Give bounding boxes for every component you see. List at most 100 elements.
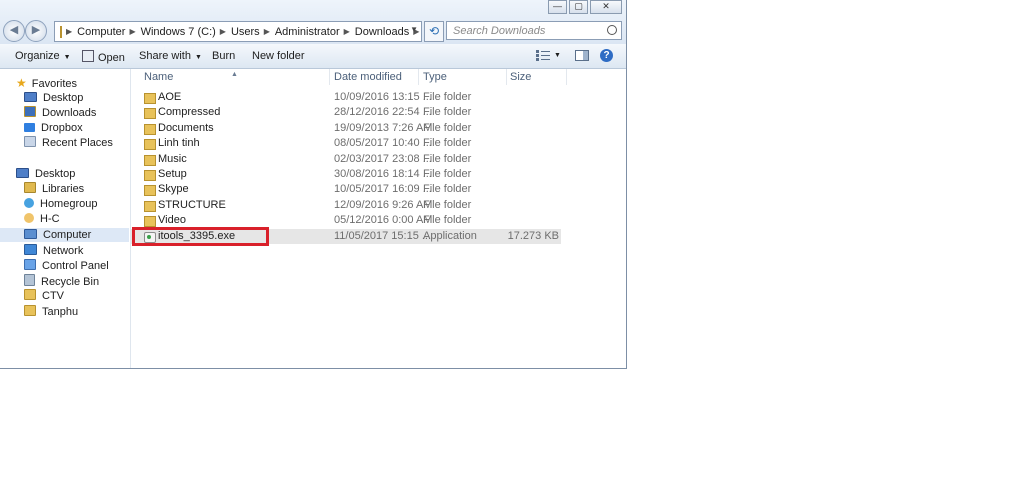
- file-date: 05/12/2016 0:00 AM: [334, 214, 433, 227]
- file-type: File folder: [423, 152, 472, 165]
- nav-item-computer[interactable]: Computer: [0, 228, 129, 242]
- file-date: 28/12/2016 22:54 ...: [334, 106, 432, 119]
- computer-icon: [24, 229, 37, 239]
- nav-favorites[interactable]: ★ Favorites: [16, 76, 77, 90]
- help-icon[interactable]: ?: [600, 49, 613, 62]
- file-row[interactable]: Documents 19/09/2013 7:26 AM File folder: [131, 121, 561, 136]
- file-row[interactable]: Video 05/12/2016 0:00 AM File folder: [131, 213, 561, 228]
- folder-icon: [144, 216, 156, 228]
- folder-icon: [24, 305, 36, 316]
- file-type: File folder: [423, 91, 472, 103]
- highlight-box: [132, 227, 269, 246]
- nav-item-libraries[interactable]: Libraries: [24, 182, 84, 196]
- nav-label: Tanphu: [42, 306, 79, 318]
- breadcrumb-users[interactable]: Users: [231, 26, 260, 38]
- new-folder-button[interactable]: New folder: [252, 50, 305, 62]
- organize-label: Organize: [15, 50, 60, 62]
- file-type: File folder: [423, 106, 472, 119]
- column-header-size[interactable]: Size: [507, 69, 567, 85]
- nav-label: CTV: [42, 290, 64, 302]
- file-type: File folder: [423, 198, 472, 211]
- burn-button[interactable]: Burn: [212, 50, 235, 62]
- search-icon[interactable]: [607, 25, 617, 35]
- breadcrumb-computer[interactable]: Computer: [77, 26, 125, 38]
- nav-label: Computer: [43, 229, 92, 241]
- minimize-button[interactable]: —: [548, 0, 567, 14]
- file-row[interactable]: AOE 10/09/2016 13:15 ... File folder: [131, 90, 561, 105]
- nav-item-downloads[interactable]: Downloads: [24, 106, 96, 120]
- breadcrumb-arrow-icon[interactable]: ▶: [220, 27, 226, 36]
- recent-places-icon: [24, 136, 36, 147]
- breadcrumb-drive[interactable]: Windows 7 (C:): [141, 26, 216, 38]
- chevron-down-icon: ▼: [63, 54, 71, 61]
- nav-item-network[interactable]: Network: [24, 244, 83, 258]
- file-date: 11/05/2017 15:15 ...: [334, 229, 432, 242]
- downloads-icon: [24, 106, 36, 117]
- nav-desktop[interactable]: Desktop: [16, 167, 75, 181]
- column-header-type[interactable]: Type: [419, 69, 507, 85]
- chevron-down-icon: ▼: [194, 54, 202, 61]
- breadcrumb-arrow-icon[interactable]: ▶: [344, 27, 350, 36]
- nav-label: Control Panel: [42, 260, 109, 272]
- title-bar: — ▢ ✕ ◀ ▶ ▶ Computer ▶ Windows 7 (C:) ▶ …: [0, 0, 626, 44]
- nav-item-homegroup[interactable]: Homegroup: [24, 197, 97, 211]
- breadcrumb-arrow-icon[interactable]: ▶: [264, 27, 270, 36]
- explorer-window: — ▢ ✕ ◀ ▶ ▶ Computer ▶ Windows 7 (C:) ▶ …: [0, 0, 627, 369]
- file-name: Documents: [158, 121, 214, 134]
- breadcrumb-downloads[interactable]: Downloads: [355, 26, 409, 38]
- nav-item-recent-places[interactable]: Recent Places: [24, 136, 113, 150]
- breadcrumb-administrator[interactable]: Administrator: [275, 26, 340, 38]
- folder-icon: [144, 154, 156, 166]
- nav-item-recycle-bin[interactable]: Recycle Bin: [24, 274, 99, 288]
- nav-item-ctv[interactable]: CTV: [24, 289, 64, 303]
- column-label: Name: [144, 71, 174, 83]
- libraries-icon: [24, 182, 36, 193]
- nav-label: Desktop: [35, 168, 76, 180]
- view-options-icon[interactable]: [536, 50, 550, 61]
- refresh-icon[interactable]: ⟲: [424, 21, 444, 42]
- breadcrumb-arrow-icon[interactable]: ▶: [129, 27, 135, 36]
- command-bar: Organize ▼ Open Share with ▼ Burn New fold…: [0, 44, 626, 69]
- file-row[interactable]: Skype 10/05/2017 16:09 ... File folder: [131, 182, 561, 197]
- maximize-button[interactable]: ▢: [569, 0, 588, 14]
- nav-label: Libraries: [42, 183, 85, 195]
- search-input[interactable]: Search Downloads: [446, 21, 622, 40]
- address-bar[interactable]: ▶ Computer ▶ Windows 7 (C:) ▶ Users ▶ Ad…: [54, 21, 422, 42]
- folder-icon: [144, 170, 156, 181]
- forward-button[interactable]: ▶: [25, 20, 47, 42]
- nav-label: Homegroup: [40, 198, 98, 210]
- address-dropdown-icon[interactable]: ▼: [410, 25, 418, 34]
- file-row[interactable]: Linh tinh 08/05/2017 10:40 ... File folder: [131, 136, 561, 151]
- navigation-pane: ★ Favorites Desktop Downloads Dropbox Rec…: [0, 69, 131, 368]
- file-size: 17.273 KB: [507, 229, 559, 242]
- nav-label: Dropbox: [41, 122, 83, 134]
- column-header-name[interactable]: Name ▲: [131, 69, 330, 85]
- file-name: Video: [158, 214, 186, 227]
- nav-label: Recycle Bin: [41, 276, 100, 288]
- open-label: Open: [98, 52, 125, 64]
- file-type: File folder: [423, 183, 472, 196]
- nav-item-desktop[interactable]: Desktop: [24, 91, 83, 105]
- back-button[interactable]: ◀: [3, 20, 25, 42]
- view-dropdown-icon[interactable]: ▼: [554, 52, 561, 59]
- file-row[interactable]: STRUCTURE 12/09/2016 9:26 AM File folder: [131, 198, 561, 213]
- nav-item-dropbox[interactable]: Dropbox: [24, 121, 83, 135]
- close-button[interactable]: ✕: [590, 0, 622, 14]
- organize-button[interactable]: Organize ▼: [15, 50, 71, 62]
- nav-item-h-c[interactable]: H-C: [24, 212, 60, 226]
- desktop-icon: [16, 168, 29, 178]
- nav-item-control-panel[interactable]: Control Panel: [24, 259, 109, 273]
- share-with-button[interactable]: Share with ▼: [139, 50, 202, 62]
- column-header-date[interactable]: Date modified: [330, 69, 419, 85]
- open-button[interactable]: Open: [82, 50, 125, 64]
- file-date: 12/09/2016 9:26 AM: [334, 198, 433, 211]
- file-row[interactable]: Setup 30/08/2016 18:14 ... File folder: [131, 167, 561, 182]
- file-row[interactable]: Music 02/03/2017 23:08 ... File folder: [131, 152, 561, 167]
- dropbox-icon: [24, 123, 35, 132]
- file-name: Compressed: [158, 106, 221, 119]
- desktop-icon: [24, 92, 37, 102]
- nav-item-tanphu[interactable]: Tanphu: [24, 305, 78, 319]
- preview-pane-icon[interactable]: [575, 50, 589, 61]
- nav-label: H-C: [40, 213, 60, 225]
- file-row[interactable]: Compressed 28/12/2016 22:54 ... File folde…: [131, 105, 561, 120]
